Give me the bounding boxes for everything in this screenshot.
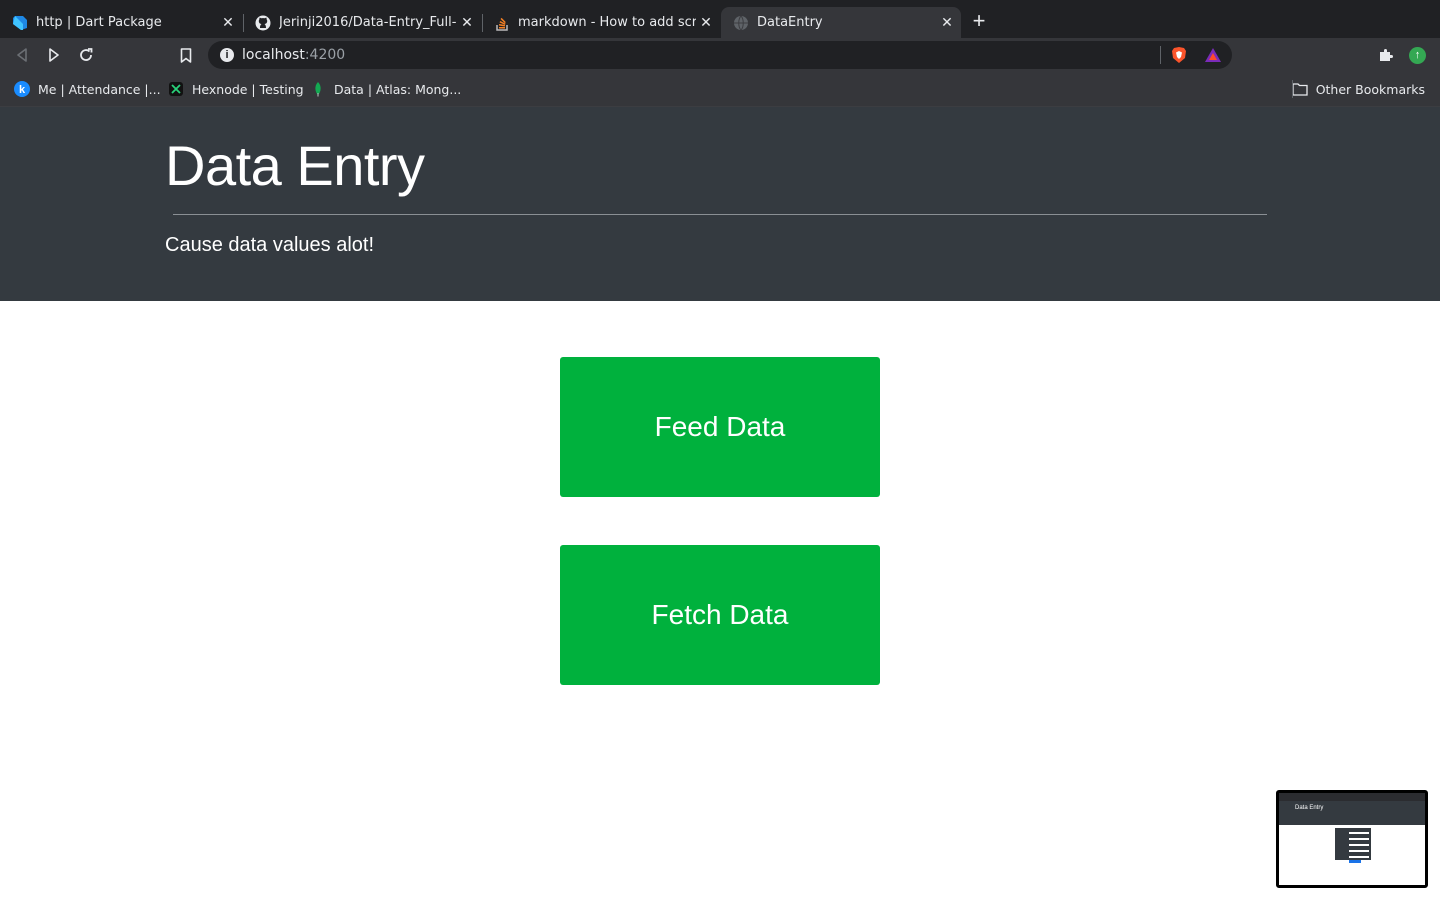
- jumbotron-header: Data Entry Cause data values alot!: [0, 107, 1440, 301]
- tab-close-icon[interactable]: ✕: [457, 15, 477, 31]
- tab-title: DataEntry: [757, 15, 823, 30]
- globe-icon: [733, 15, 749, 31]
- tab-title: http | Dart Package: [36, 15, 162, 30]
- page-subtitle: Cause data values alot!: [165, 234, 375, 256]
- page-title: Data Entry: [165, 134, 425, 197]
- bookmark-attendance[interactable]: k Me | Attendance |...: [14, 81, 161, 97]
- brave-rewards-icon[interactable]: [1204, 47, 1222, 63]
- other-bookmarks[interactable]: Other Bookmarks: [1292, 81, 1425, 97]
- back-icon[interactable]: [13, 46, 31, 64]
- tab-title: Jerinji2016/Data-Entry_Full-Stac: [279, 15, 457, 30]
- bookmarks-divider: [1292, 80, 1293, 98]
- fetch-data-button[interactable]: Fetch Data: [560, 545, 880, 685]
- stackoverflow-icon: [494, 15, 510, 31]
- other-bookmarks-label: Other Bookmarks: [1315, 81, 1425, 97]
- bookmark-label: Data | Atlas: Mong...: [334, 81, 462, 97]
- github-icon: [255, 15, 271, 31]
- address-divider: [1160, 46, 1161, 64]
- address-bar[interactable]: i localhost:4200: [208, 41, 1232, 69]
- dart-icon: [12, 15, 28, 31]
- screenshot-thumbnail[interactable]: Data Entry: [1276, 790, 1428, 888]
- feed-data-button[interactable]: Feed Data: [560, 357, 880, 497]
- bookmark-label: Me | Attendance |...: [38, 81, 161, 97]
- bookmarks-bar: k Me | Attendance |... Hexnode | Testing…: [0, 72, 1440, 107]
- bookmark-label: Hexnode | Testing: [192, 81, 304, 97]
- tab-dart-package[interactable]: http | Dart Package ✕: [0, 7, 242, 38]
- brave-shields-icon[interactable]: [1170, 46, 1188, 64]
- folder-icon: [1292, 81, 1308, 97]
- thumbnail-button: [1349, 860, 1361, 863]
- info-icon[interactable]: i: [220, 48, 234, 62]
- bookmark-icon[interactable]: [177, 46, 195, 64]
- bookmark-hexnode[interactable]: Hexnode | Testing: [168, 81, 304, 97]
- bookmark-atlas[interactable]: Data | Atlas: Mong...: [310, 81, 461, 97]
- browser-toolbar: i localhost:4200 ↑: [0, 38, 1440, 72]
- url-text: localhost:4200: [242, 47, 346, 63]
- tab-close-icon[interactable]: ✕: [937, 15, 957, 31]
- thumbnail-chrome: [1279, 793, 1425, 801]
- tab-title: markdown - How to add screens: [518, 15, 696, 30]
- tab-close-icon[interactable]: ✕: [218, 15, 238, 31]
- thumbnail-form: [1335, 828, 1371, 860]
- new-tab-plus-icon[interactable]: +: [968, 10, 990, 32]
- extensions-puzzle-icon[interactable]: [1378, 47, 1394, 63]
- forward-icon[interactable]: [45, 46, 63, 64]
- tab-strip: http | Dart Package ✕ Jerinji2016/Data-E…: [0, 0, 1440, 38]
- reload-icon[interactable]: [77, 46, 95, 64]
- k-icon: k: [14, 81, 30, 97]
- tab-stackoverflow[interactable]: markdown - How to add screens ✕: [482, 7, 720, 38]
- update-icon[interactable]: ↑: [1409, 47, 1426, 64]
- svg-text:k: k: [19, 84, 26, 96]
- thumbnail-title: Data Entry: [1295, 805, 1324, 811]
- tab-github[interactable]: Jerinji2016/Data-Entry_Full-Stac ✕: [243, 7, 481, 38]
- tab-close-icon[interactable]: ✕: [696, 15, 716, 31]
- tab-dataentry[interactable]: DataEntry ✕: [721, 7, 961, 38]
- hexnode-icon: [168, 81, 184, 97]
- header-divider: [173, 214, 1267, 215]
- leaf-icon: [310, 81, 326, 97]
